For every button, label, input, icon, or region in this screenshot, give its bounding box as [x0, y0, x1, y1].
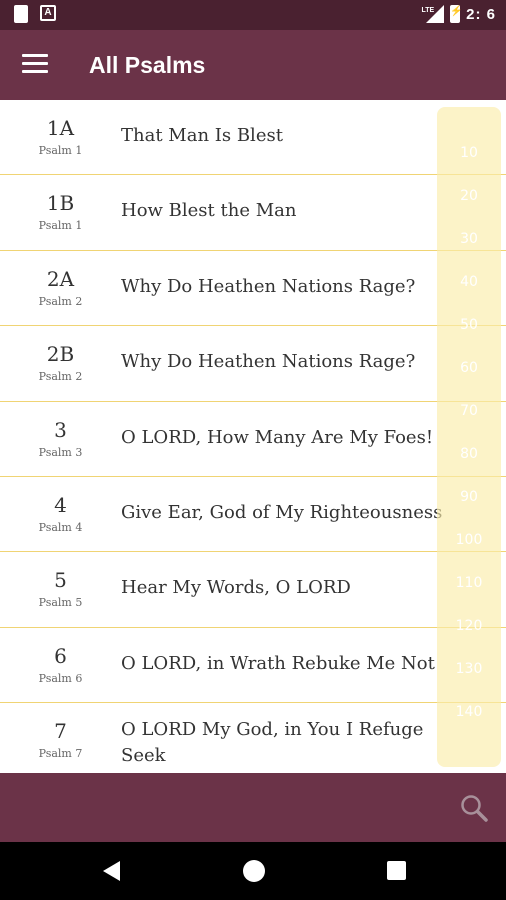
list-item[interactable]: 2B Psalm 2 Why Do Heathen Nations Rage?: [0, 326, 506, 402]
bottom-bar: [0, 773, 506, 842]
list-item[interactable]: 5 Psalm 5 Hear My Words, O LORD: [0, 552, 506, 628]
psalm-list[interactable]: 1A Psalm 1 That Man Is Blest 1B Psalm 1 …: [0, 100, 506, 773]
psalm-number: 3: [54, 417, 67, 442]
index-item[interactable]: 40: [437, 274, 501, 290]
search-icon[interactable]: [458, 792, 490, 824]
psalm-reference: Psalm 1: [38, 219, 83, 233]
sd-card-icon: [14, 5, 28, 23]
signal-icon: [426, 5, 445, 23]
index-item[interactable]: 100: [437, 532, 501, 548]
list-item[interactable]: 2A Psalm 2 Why Do Heathen Nations Rage?: [0, 250, 506, 327]
list-item[interactable]: 1A Psalm 1 That Man Is Blest: [0, 100, 506, 176]
psalm-title: Hear My Words, O LORD: [121, 577, 351, 599]
status-bar: A LTE 2: 6: [0, 0, 506, 30]
clock: 2: 6: [466, 5, 496, 23]
psalm-number: 5: [54, 568, 67, 593]
recent-apps-icon[interactable]: [387, 861, 406, 880]
psalm-reference: Psalm 2: [38, 294, 83, 308]
psalm-reference: Psalm 1: [38, 144, 83, 157]
psalm-title: Give Ear, God of My Righteousness: [121, 501, 443, 523]
back-icon[interactable]: [103, 861, 120, 881]
index-item[interactable]: 50: [437, 317, 501, 333]
psalm-reference: Psalm 3: [38, 445, 83, 459]
psalm-number: 6: [54, 643, 67, 668]
index-scroller[interactable]: 10 20 30 40 50 60 70 80 90 100 110 120 1…: [437, 107, 501, 767]
psalm-reference: Psalm 5: [38, 596, 83, 610]
index-item[interactable]: 130: [437, 661, 501, 677]
psalm-title: That Man Is Blest: [121, 125, 283, 146]
psalm-reference: Psalm 4: [38, 520, 83, 534]
page-title: All Psalms: [89, 52, 206, 78]
psalm-title: Why Do Heathen Nations Rage?: [121, 351, 416, 373]
psalm-reference: Psalm 7: [38, 747, 83, 761]
psalm-number: 2B: [46, 342, 75, 367]
psalm-number: 1B: [46, 191, 75, 216]
index-item[interactable]: 110: [437, 575, 501, 591]
psalm-number: 2A: [46, 266, 75, 291]
psalm-title: O LORD, in Wrath Rebuke Me Not: [121, 652, 435, 674]
list-item[interactable]: 4 Psalm 4 Give Ear, God of My Righteousn…: [0, 476, 506, 553]
psalm-number: 1A: [46, 116, 75, 140]
psalm-title: O LORD My God, in You I Refuge Seek: [121, 719, 424, 767]
list-item[interactable]: 7 Psalm 7 O LORD My God, in You I Refuge…: [0, 703, 506, 773]
index-item[interactable]: 70: [437, 403, 501, 419]
index-item[interactable]: 10: [437, 145, 501, 161]
list-item[interactable]: 1B Psalm 1 How Blest the Man: [0, 175, 506, 251]
home-icon[interactable]: [243, 860, 265, 882]
psalm-reference: Psalm 2: [38, 370, 83, 384]
list-item[interactable]: 3 Psalm 3 O LORD, How Many Are My Foes!: [0, 401, 506, 477]
psalm-number: 7: [54, 719, 67, 744]
psalm-title: O LORD, How Many Are My Foes!: [121, 426, 434, 448]
list-item[interactable]: 6 Psalm 6 O LORD, in Wrath Rebuke Me Not: [0, 627, 506, 704]
index-item[interactable]: 140: [437, 704, 501, 720]
psalm-number: 4: [54, 492, 67, 517]
battery-icon: [450, 5, 463, 23]
notification-a-icon: A: [40, 5, 56, 21]
psalm-title: How Blest the Man: [121, 200, 297, 222]
index-item[interactable]: 20: [437, 188, 501, 204]
index-item[interactable]: 80: [437, 446, 501, 462]
hamburger-menu-icon[interactable]: [22, 54, 48, 76]
index-item[interactable]: 60: [437, 360, 501, 376]
index-item[interactable]: 90: [437, 489, 501, 505]
android-nav-bar: [0, 842, 506, 900]
app-bar: All Psalms: [0, 30, 506, 100]
psalm-reference: Psalm 6: [38, 671, 83, 685]
psalm-title: Why Do Heathen Nations Rage?: [121, 275, 416, 297]
index-item[interactable]: 30: [437, 231, 501, 247]
index-item[interactable]: 120: [437, 618, 501, 634]
